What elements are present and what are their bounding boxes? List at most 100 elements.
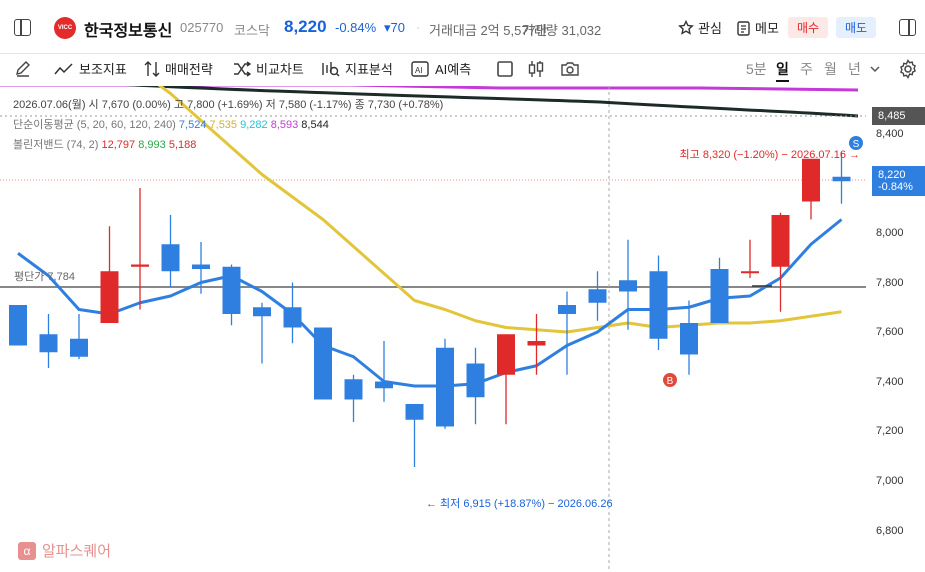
sidebar-toggle-icon[interactable] xyxy=(14,19,31,36)
candle[interactable] xyxy=(710,257,729,323)
candle-body xyxy=(39,334,58,353)
square-icon[interactable] xyxy=(496,60,514,78)
candle-body xyxy=(131,264,149,267)
candle-body xyxy=(680,323,698,355)
gear-icon[interactable] xyxy=(898,59,918,79)
candle-body xyxy=(802,158,820,202)
candle-body xyxy=(588,289,607,303)
price-chart[interactable]: S B 최고 8,320 (−1.20%) − 2026.07.16 → ← 최… xyxy=(0,86,925,572)
chart-toolbar: 보조지표 매매전략 비교차트 지표분석 AI AI예측 5분 일 주 월 년 xyxy=(0,54,925,86)
chevron-down-icon[interactable] xyxy=(869,64,881,74)
candle[interactable] xyxy=(375,341,393,402)
watch-button[interactable]: 관심 xyxy=(678,18,722,37)
panel-toggle-icon[interactable] xyxy=(899,19,916,36)
candle-body xyxy=(283,307,302,328)
separator: · xyxy=(416,20,420,34)
price-label-7600: 7,600 xyxy=(876,326,904,338)
bb-label: 볼린저밴드 (74, 2) xyxy=(13,139,99,151)
candle-body xyxy=(405,404,424,420)
candle[interactable] xyxy=(558,291,576,375)
candle[interactable] xyxy=(222,264,241,326)
timeframe-year[interactable]: 년 xyxy=(848,59,861,79)
price-label-6800: 6,800 xyxy=(876,525,904,537)
memo-button[interactable]: 메모 xyxy=(736,18,779,37)
candle-body xyxy=(558,305,576,314)
candle-body xyxy=(649,271,668,339)
candle[interactable] xyxy=(436,338,454,429)
candle[interactable] xyxy=(39,314,58,368)
low-annotation: ← 최저 6,915 (+18.87%) − 2026.06.26 xyxy=(426,497,613,510)
candle[interactable] xyxy=(802,158,820,220)
candle-body xyxy=(161,244,180,272)
compare-button[interactable]: 비교차트 xyxy=(233,59,304,78)
candle-body xyxy=(497,334,515,375)
candle[interactable] xyxy=(771,212,790,312)
candle[interactable] xyxy=(314,327,332,400)
candle[interactable] xyxy=(497,334,515,425)
timeframe-week[interactable]: 주 xyxy=(800,59,813,79)
ai-icon: AI xyxy=(411,60,429,77)
timeframe-month[interactable]: 월 xyxy=(824,59,837,79)
candle[interactable] xyxy=(588,271,607,321)
candle[interactable] xyxy=(253,302,271,364)
ai-label: AI예측 xyxy=(435,62,472,77)
candle[interactable] xyxy=(405,404,424,467)
candle[interactable] xyxy=(466,347,485,425)
company-logo: VICC xyxy=(54,17,76,39)
top-price-tag: 8,485 xyxy=(872,107,925,125)
pen-icon[interactable] xyxy=(14,60,32,78)
candle[interactable] xyxy=(131,188,149,310)
ai-predict-button[interactable]: AI AI예측 xyxy=(410,59,471,78)
candle[interactable] xyxy=(161,215,180,287)
candle[interactable] xyxy=(283,282,302,344)
buy-button[interactable]: 매수 xyxy=(788,17,828,38)
stock-name: 한국정보통신 xyxy=(84,23,173,40)
candle[interactable] xyxy=(100,226,119,323)
candle-type-icon[interactable] xyxy=(527,59,545,79)
ma60-value: 9,282 xyxy=(240,119,268,131)
sell-button[interactable]: 매도 xyxy=(836,17,876,38)
candlestick-chart[interactable]: S B 최고 8,320 (−1.20%) − 2026.07.16 → ← 최… xyxy=(0,86,925,572)
candle-body xyxy=(466,363,485,398)
candle[interactable] xyxy=(649,255,668,351)
watermark-text: 알파스퀘어 xyxy=(42,543,112,560)
camera-icon[interactable] xyxy=(560,60,580,78)
candle-body xyxy=(741,271,759,274)
ma-label: 단순이동평균 (5, 20, 60, 120, 240) xyxy=(13,119,176,131)
stock-header: VICC 한국정보통신 025770 코스닥 8,220 -0.84% ▾70 … xyxy=(0,0,925,54)
indicator-button[interactable]: 보조지표 xyxy=(54,59,127,78)
analysis-icon xyxy=(322,61,340,76)
candle-body xyxy=(375,381,393,389)
memo-label: 메모 xyxy=(755,21,779,36)
compare-label: 비교차트 xyxy=(256,62,304,77)
ma120-line xyxy=(0,86,859,92)
star-icon xyxy=(678,19,694,35)
candle[interactable] xyxy=(9,305,27,346)
candle-body xyxy=(832,176,851,182)
candle-body xyxy=(9,305,27,346)
strategy-icon xyxy=(144,60,160,77)
ma-info: 단순이동평균 (5, 20, 60, 120, 240) 7,524 7,535… xyxy=(13,116,329,132)
candle[interactable] xyxy=(741,239,759,278)
timeframe-5min[interactable]: 5분 xyxy=(746,59,767,79)
indicator-label: 보조지표 xyxy=(79,62,127,77)
candle-body xyxy=(527,341,546,346)
candle-body xyxy=(100,271,119,323)
current-price-tag: 8,220 -0.84% xyxy=(872,166,925,196)
timeframe-day[interactable]: 일 xyxy=(776,59,789,82)
analysis-label: 지표분석 xyxy=(345,62,393,77)
candle[interactable] xyxy=(344,374,363,422)
candle[interactable] xyxy=(619,239,637,330)
strategy-button[interactable]: 매매전략 xyxy=(144,59,213,78)
candle[interactable] xyxy=(680,300,698,375)
candle-body xyxy=(771,215,790,267)
candle-body xyxy=(222,266,241,314)
alpha-logo-icon: α xyxy=(18,541,36,560)
stock-code: 025770 xyxy=(180,20,224,35)
candle-body xyxy=(192,264,210,269)
buy-marker-label: B xyxy=(667,376,674,387)
analysis-button[interactable]: 지표분석 xyxy=(320,59,393,78)
change-amount: ▾70 xyxy=(384,20,405,35)
candle[interactable] xyxy=(70,314,88,359)
watch-label: 관심 xyxy=(698,21,722,36)
